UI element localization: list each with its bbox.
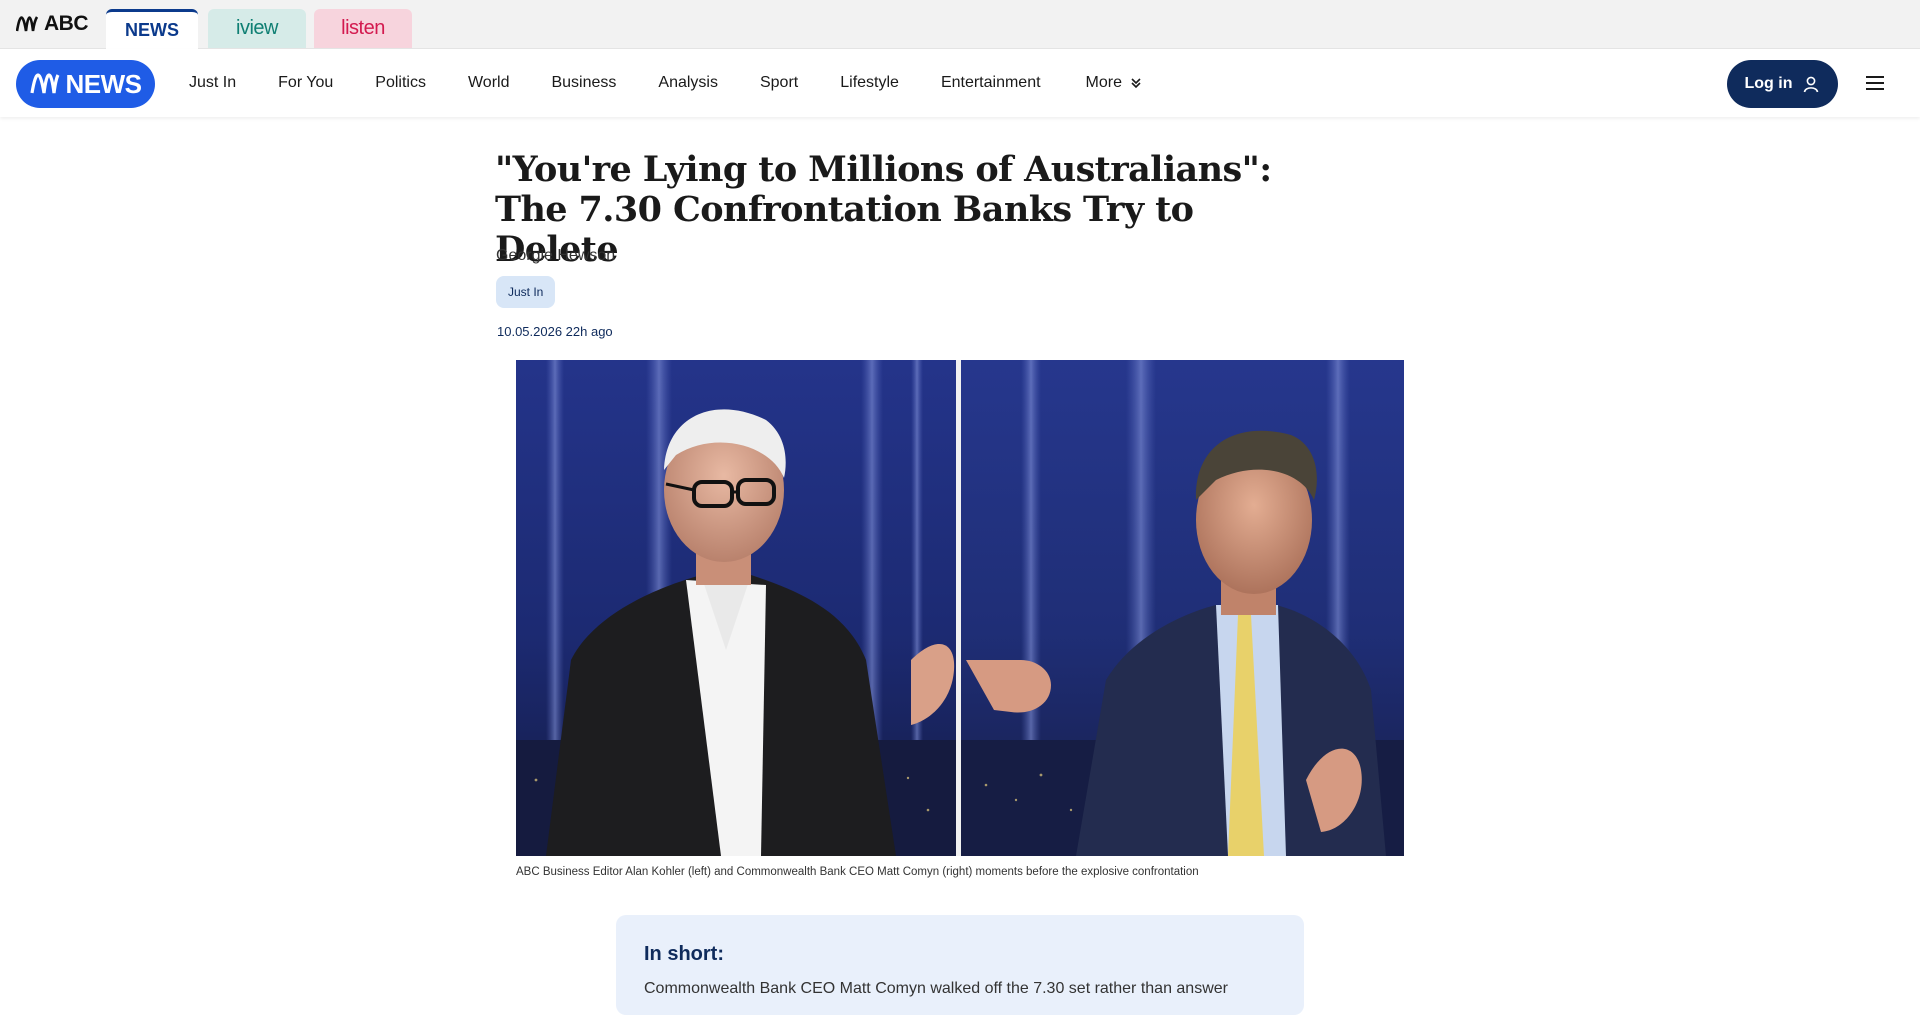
nav-link-analysis[interactable]: Analysis bbox=[637, 74, 739, 92]
hamburger-icon bbox=[1866, 76, 1884, 90]
publish-timestamp: 10.05.2026 22h ago bbox=[497, 324, 613, 339]
tab-news[interactable]: NEWS bbox=[106, 9, 198, 49]
abc-news-logo[interactable]: NEWS bbox=[16, 60, 155, 108]
nav-link-just-in[interactable]: Just In bbox=[168, 74, 257, 92]
network-bar: ABC NEWS iview listen bbox=[0, 0, 1920, 49]
in-short-box: In short: Commonwealth Bank CEO Matt Com… bbox=[616, 915, 1304, 1015]
nav-link-politics[interactable]: Politics bbox=[354, 74, 447, 92]
hamburger-menu-button[interactable] bbox=[1862, 70, 1888, 96]
main-nav: NEWS Just In For You Politics World Busi… bbox=[0, 49, 1920, 117]
hero-image bbox=[516, 360, 1404, 856]
nav-link-lifestyle[interactable]: Lifestyle bbox=[819, 74, 920, 92]
login-button[interactable]: Log in bbox=[1727, 60, 1838, 108]
login-label: Log in bbox=[1744, 75, 1793, 92]
author-byline[interactable]: Georgie Hewson bbox=[496, 247, 615, 265]
nav-link-business[interactable]: Business bbox=[530, 74, 637, 92]
double-chevron-down-icon bbox=[1131, 78, 1141, 89]
nav-link-entertainment[interactable]: Entertainment bbox=[920, 74, 1062, 92]
nav-link-for-you[interactable]: For You bbox=[257, 74, 354, 92]
news-logo-text: NEWS bbox=[65, 68, 143, 99]
image-caption: ABC Business Editor Alan Kohler (left) a… bbox=[516, 866, 1199, 878]
nav-more-label: More bbox=[1085, 74, 1122, 91]
nav-link-world[interactable]: World bbox=[447, 74, 531, 92]
topic-tag[interactable]: Just In bbox=[496, 276, 556, 308]
tab-iview[interactable]: iview bbox=[208, 9, 306, 48]
tab-listen[interactable]: listen bbox=[314, 9, 412, 48]
abc-logo-text: ABC bbox=[44, 12, 89, 35]
interview-split-screen-image bbox=[516, 360, 1404, 856]
abc-logo[interactable]: ABC bbox=[16, 12, 89, 36]
in-short-heading: In short: bbox=[644, 943, 724, 965]
abc-lissajous-icon bbox=[16, 16, 38, 32]
in-short-text: Commonwealth Bank CEO Matt Comyn walked … bbox=[644, 980, 1228, 997]
abc-lissajous-icon bbox=[29, 73, 59, 94]
user-icon bbox=[1804, 76, 1819, 93]
nav-link-sport[interactable]: Sport bbox=[739, 74, 819, 92]
nav-more-button[interactable]: More bbox=[1062, 74, 1163, 92]
nav-links: Just In For You Politics World Business … bbox=[168, 49, 1163, 117]
